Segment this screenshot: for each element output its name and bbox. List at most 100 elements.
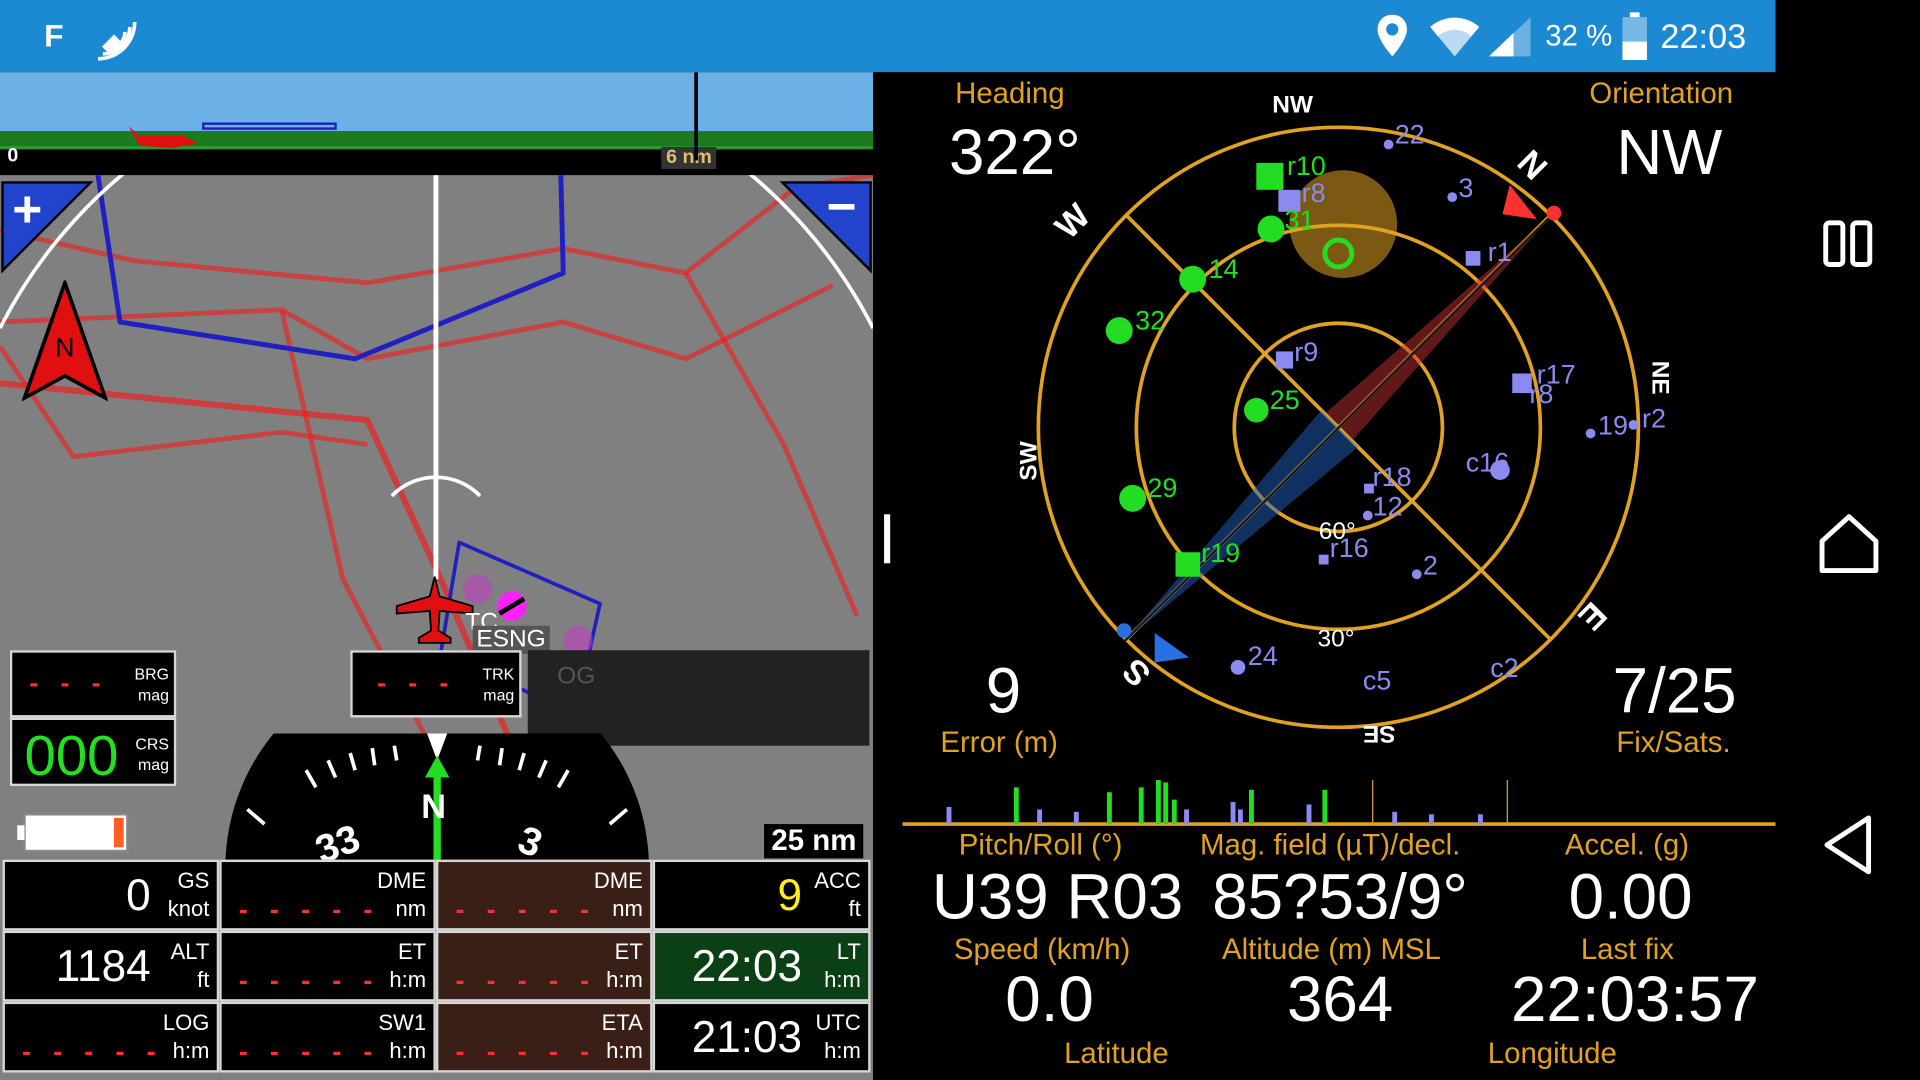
sat-label: r2 bbox=[1642, 402, 1666, 434]
latitude-label: Latitude bbox=[1064, 1037, 1169, 1071]
zoom-out-button[interactable]: − bbox=[775, 177, 873, 278]
device-battery-gauge bbox=[17, 813, 129, 853]
zoom-in-label: + bbox=[12, 180, 43, 238]
data-cell[interactable]: 9 ACC ft bbox=[652, 859, 871, 931]
data-cell-unit: h:m bbox=[389, 967, 427, 992]
zoom-out-icon bbox=[779, 181, 872, 274]
sat-label: r18 bbox=[1372, 461, 1412, 493]
data-cell-unit: nm bbox=[395, 896, 427, 921]
dir-label-sw: SW bbox=[1015, 441, 1043, 481]
profile-origin-label: 0 bbox=[7, 145, 19, 167]
panel-divider-handle[interactable] bbox=[884, 514, 891, 564]
trk-value: - - - bbox=[377, 667, 456, 698]
data-cell-value: - - - - - bbox=[455, 1035, 597, 1067]
satellite-signal-icon bbox=[97, 21, 137, 61]
data-cell-value: 9 bbox=[777, 869, 803, 920]
north-arrow-label: N bbox=[55, 331, 75, 363]
data-cell[interactable]: - - - - - DME nm bbox=[435, 859, 653, 931]
location-pin-icon bbox=[1377, 14, 1407, 57]
brg-value: - - - bbox=[29, 667, 109, 698]
sat-label: r8 bbox=[1301, 177, 1326, 209]
data-cell[interactable]: - - - - - SW1 h:m bbox=[219, 1001, 436, 1073]
map-range[interactable]: 25 nm bbox=[764, 824, 864, 859]
longitude-label: Longitude bbox=[1487, 1037, 1617, 1071]
sat-label: r9 bbox=[1294, 336, 1319, 368]
back-icon[interactable] bbox=[1820, 813, 1876, 877]
status-app-letter: F bbox=[44, 17, 64, 54]
data-cell-unit: h:m bbox=[389, 1038, 427, 1063]
data-cell-value: - - - - - bbox=[238, 893, 380, 925]
error-label: Error (m) bbox=[940, 726, 1058, 760]
sat-label: 14 bbox=[1208, 253, 1239, 285]
fix-sats-value: 7/25 bbox=[1612, 656, 1737, 728]
home-icon[interactable] bbox=[1817, 512, 1881, 576]
north-arrow-button[interactable]: N bbox=[21, 277, 109, 402]
speed-label: Speed (km/h) bbox=[953, 933, 1131, 967]
data-cell-unit: ACC bbox=[814, 868, 861, 893]
mag-field-label: Mag. field (µT)/decl. bbox=[1200, 828, 1461, 863]
data-cell[interactable]: 22:03 LT h:m bbox=[652, 930, 871, 1002]
data-cell-unit: nm bbox=[612, 896, 643, 921]
last-fix-label: Last fix bbox=[1580, 933, 1674, 967]
error-value: 9 bbox=[985, 656, 1022, 728]
sat-label: 32 bbox=[1135, 304, 1166, 336]
battery-icon bbox=[1622, 12, 1647, 61]
flight-data-grid: 0 GS knot - - - - - DME nm - - - - - DME nm 9 ACC f… bbox=[2, 859, 871, 1078]
crs-unit-1: CRS bbox=[135, 734, 169, 754]
data-cell[interactable]: - - - - - ETA h:m bbox=[435, 1001, 653, 1073]
data-cell[interactable]: 1184 ALT ft bbox=[2, 930, 220, 1002]
data-cell-unit: ETA bbox=[601, 1010, 643, 1035]
sat-label: 19 bbox=[1597, 410, 1628, 441]
brg-box[interactable]: - - - BRG mag bbox=[9, 650, 177, 718]
data-cell-value: - - - - - bbox=[22, 1035, 163, 1067]
data-cell-unit: ET bbox=[397, 939, 427, 964]
brg-unit-2: mag bbox=[138, 685, 169, 705]
data-cell-value: 21:03 bbox=[691, 1011, 803, 1062]
brg-unit-1: BRG bbox=[134, 664, 169, 684]
data-cell[interactable]: - - - - - ET h:m bbox=[219, 930, 436, 1002]
data-cell-value: - - - - - bbox=[455, 964, 597, 996]
zoom-in-button[interactable]: + bbox=[0, 180, 98, 278]
data-cell-unit: ALT bbox=[170, 939, 210, 964]
sat-label: r8 bbox=[1529, 378, 1554, 409]
dir-label-ne: NE bbox=[1646, 360, 1674, 395]
crs-box[interactable]: 000 CRS mag bbox=[9, 717, 177, 788]
data-cell-unit: h:m bbox=[824, 967, 861, 992]
data-cell[interactable]: - - - - - DME nm bbox=[219, 859, 436, 931]
cell-signal-icon bbox=[1488, 17, 1531, 57]
altitude-label: Altitude (m) MSL bbox=[1222, 933, 1441, 967]
data-cell-unit: SW1 bbox=[378, 1010, 427, 1035]
speed-value: 0.0 bbox=[1005, 964, 1094, 1036]
data-cell-value: 22:03 bbox=[691, 940, 803, 991]
data-cell[interactable]: 21:03 UTC h:m bbox=[652, 1001, 871, 1073]
data-cell-unit: ft bbox=[197, 967, 210, 992]
crs-unit-2: mag bbox=[138, 755, 169, 774]
dir-label-se: SE bbox=[1362, 720, 1396, 747]
data-cell-value: - - - - - bbox=[238, 964, 380, 996]
data-cell[interactable]: 0 GS knot bbox=[2, 859, 220, 931]
data-cell[interactable]: - - - - - LOG h:m bbox=[2, 1001, 220, 1073]
data-cell-unit: h:m bbox=[172, 1038, 210, 1063]
battery-percent: 32 % bbox=[1545, 19, 1613, 53]
data-cell-unit: h:m bbox=[606, 1038, 643, 1063]
sat-label: 29 bbox=[1147, 472, 1178, 504]
compass-label-n: N bbox=[421, 787, 447, 826]
crs-value: 000 bbox=[24, 723, 119, 788]
data-cell-unit: DME bbox=[377, 868, 427, 893]
sat-label: r19 bbox=[1201, 537, 1241, 569]
data-cell-unit: UTC bbox=[815, 1010, 861, 1035]
data-cell[interactable]: - - - - - ET h:m bbox=[435, 930, 653, 1002]
sat-label: c16 bbox=[1465, 446, 1510, 478]
trk-box[interactable]: - - - TRK mag bbox=[350, 650, 522, 718]
accel-label: Accel. (g) bbox=[1564, 828, 1690, 863]
zoom-out-label: − bbox=[826, 177, 857, 236]
sat-label: 25 bbox=[1269, 384, 1300, 416]
moving-map-panel[interactable]: 0 6 nm + − N TC ESNG OG - - - BRG mag - … bbox=[0, 72, 874, 1080]
trk-unit-2: mag bbox=[483, 685, 515, 705]
system-nav-bar bbox=[1775, 0, 1920, 1080]
last-fix-value: 22:03:57 bbox=[1511, 964, 1759, 1036]
sat-label: 12 bbox=[1372, 491, 1403, 522]
data-cell-unit: DME bbox=[593, 868, 643, 893]
data-cell-unit: LOG bbox=[162, 1010, 210, 1035]
recents-icon[interactable] bbox=[1822, 218, 1876, 272]
